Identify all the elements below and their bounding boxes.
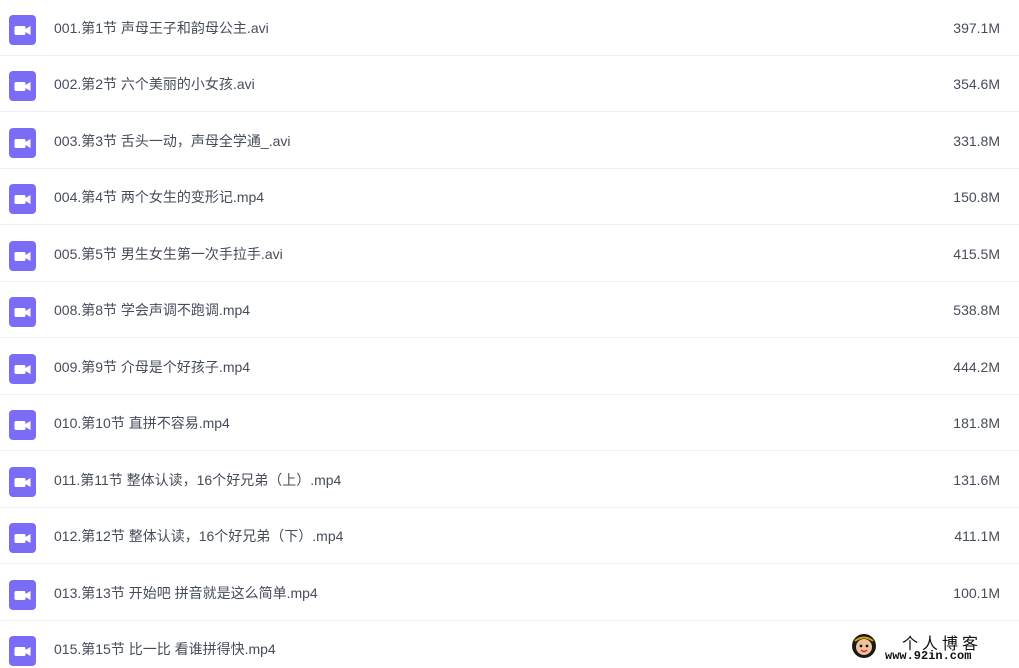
file-name[interactable]: 011.第11节 整体认读，16个好兄弟（上）.mp4 [54,452,341,508]
file-size: 150.8M [953,189,1000,205]
file-name[interactable]: 009.第9节 介母是个好孩子.mp4 [54,339,250,395]
watermark-url: www.92in.com [885,649,972,663]
file-size: 331.8M [953,133,1000,149]
file-name[interactable]: 013.第13节 开始吧 拼音就是这么简单.mp4 [54,565,318,621]
file-list: 001.第1节 声母王子和韵母公主.avi 397.1M 002.第2节 六个美… [0,0,1019,668]
file-row[interactable]: 011.第11节 整体认读，16个好兄弟（上）.mp4 131.6M [0,452,1019,508]
video-file-icon [9,241,36,271]
file-size: 354.6M [953,76,1000,92]
video-file-icon [9,580,36,610]
video-file-icon [9,15,36,45]
video-file-icon [9,297,36,327]
video-file-icon [9,467,36,497]
file-name[interactable]: 005.第5节 男生女生第一次手拉手.avi [54,226,283,282]
file-size: 181.8M [953,415,1000,431]
file-name[interactable]: 002.第2节 六个美丽的小女孩.avi [54,56,255,112]
file-row[interactable]: 003.第3节 舌头一动，声母全学通_.avi 331.8M [0,113,1019,169]
video-file-icon [9,636,36,666]
file-row[interactable]: 001.第1节 声母王子和韵母公主.avi 397.1M [0,0,1019,56]
watermark: 个人博客 www.92in.com [850,630,1010,664]
file-name[interactable]: 004.第4节 两个女生的变形记.mp4 [54,169,264,225]
file-size: 538.8M [953,302,1000,318]
file-size: 411.1M [954,528,1000,544]
file-size: 444.2M [953,359,1000,375]
video-file-icon [9,354,36,384]
file-row[interactable]: 002.第2节 六个美丽的小女孩.avi 354.6M [0,56,1019,112]
file-row[interactable]: 013.第13节 开始吧 拼音就是这么简单.mp4 100.1M [0,565,1019,621]
video-file-icon [9,128,36,158]
video-file-icon [9,410,36,440]
file-name[interactable]: 003.第3节 舌头一动，声母全学通_.avi [54,113,291,169]
file-row[interactable]: 005.第5节 男生女生第一次手拉手.avi 415.5M [0,226,1019,282]
video-file-icon [9,71,36,101]
file-size: 100.1M [953,585,1000,601]
file-name[interactable]: 015.第15节 比一比 看谁拼得快.mp4 [54,621,276,668]
file-size: 397.1M [953,20,1000,36]
file-name[interactable]: 012.第12节 整体认读，16个好兄弟（下）.mp4 [54,508,343,564]
file-name[interactable]: 010.第10节 直拼不容易.mp4 [54,395,230,451]
file-size: 131.6M [953,472,1000,488]
file-size: 415.5M [953,246,1000,262]
blog-logo-icon [852,634,876,658]
file-row[interactable]: 009.第9节 介母是个好孩子.mp4 444.2M [0,339,1019,395]
file-row[interactable]: 008.第8节 学会声调不跑调.mp4 538.8M [0,282,1019,338]
file-name[interactable]: 008.第8节 学会声调不跑调.mp4 [54,282,250,338]
file-row[interactable]: 004.第4节 两个女生的变形记.mp4 150.8M [0,169,1019,225]
file-name[interactable]: 001.第1节 声母王子和韵母公主.avi [54,0,269,56]
file-row[interactable]: 012.第12节 整体认读，16个好兄弟（下）.mp4 411.1M [0,508,1019,564]
file-row[interactable]: 010.第10节 直拼不容易.mp4 181.8M [0,395,1019,451]
video-file-icon [9,523,36,553]
video-file-icon [9,184,36,214]
